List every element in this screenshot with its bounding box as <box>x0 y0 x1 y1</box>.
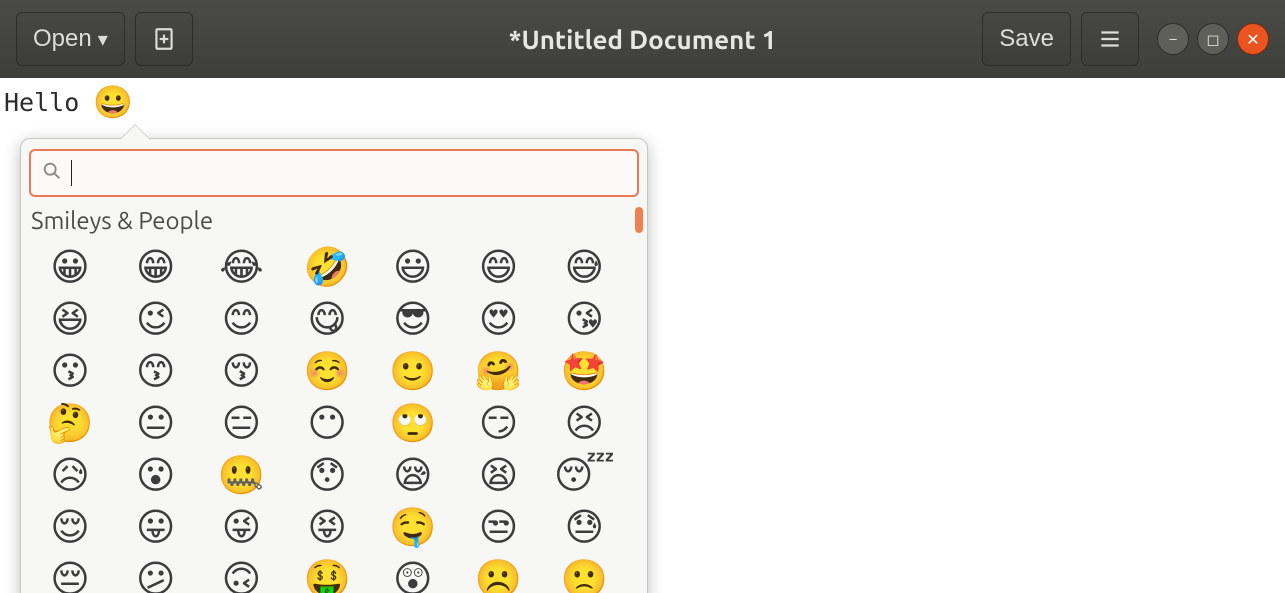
emoji-cell[interactable]: 🙃 <box>214 556 268 593</box>
save-button-label: Save <box>999 25 1054 53</box>
emoji-cell[interactable]: 😑 <box>214 400 268 446</box>
emoji-cell[interactable]: 😣 <box>557 400 611 446</box>
emoji-cell[interactable]: 🤩 <box>557 348 611 394</box>
emoji-cell[interactable]: 😘 <box>557 296 611 342</box>
emoji-cell[interactable]: 😓 <box>557 504 611 550</box>
open-button[interactable]: Open ▾ <box>16 12 125 66</box>
emoji-cell[interactable]: 🤤 <box>386 504 440 550</box>
emoji-cell[interactable]: 😃 <box>386 244 440 290</box>
emoji-cell[interactable]: 😪 <box>386 452 440 498</box>
emoji-cell[interactable]: 😜 <box>214 504 268 550</box>
emoji-cell[interactable]: 😫 <box>472 452 526 498</box>
emoji-cell[interactable]: 😝 <box>300 504 354 550</box>
chevron-down-icon: ▾ <box>98 27 108 52</box>
editor-text-line: Hello 😀 <box>4 86 133 118</box>
header-right-cluster: Save − ◻ ✕ <box>982 12 1269 66</box>
emoji-cell[interactable]: 😆 <box>43 296 97 342</box>
emoji-grid: 😀 😁 😂 🤣 😃 😄 😅 😆 😉 😊 😋 😎 😍 😘 😗 😙 😚 ☺️ 🙂 🤗 🤩 🤔 😐 😑 😶 🙄 😏 😣 😥 😮 🤐 😯 😪 😫 😴 😌 😛 😜 😝… <box>29 240 639 593</box>
open-button-label: Open <box>33 25 92 53</box>
emoji-cell[interactable]: 😌 <box>43 504 97 550</box>
emoji-cell[interactable]: 🙁 <box>557 556 611 593</box>
emoji-cell[interactable]: 😂 <box>214 244 268 290</box>
emoji-cell[interactable]: 😒 <box>472 504 526 550</box>
emoji-cell[interactable]: 😶 <box>300 400 354 446</box>
emoji-cell[interactable]: 😉 <box>129 296 183 342</box>
editor-text: Hello <box>4 88 79 117</box>
hamburger-icon <box>1097 26 1123 52</box>
emoji-cell[interactable]: 😔 <box>43 556 97 593</box>
search-icon <box>41 160 63 187</box>
emoji-cell[interactable]: 😮 <box>129 452 183 498</box>
emoji-cell[interactable]: 😚 <box>214 348 268 394</box>
window-close-button[interactable]: ✕ <box>1237 23 1269 55</box>
emoji-cell[interactable]: 😯 <box>300 452 354 498</box>
emoji-cell[interactable]: 😍 <box>472 296 526 342</box>
emoji-cell[interactable]: 😐 <box>129 400 183 446</box>
emoji-cell[interactable]: 🤑 <box>300 556 354 593</box>
emoji-cell[interactable]: 😏 <box>472 400 526 446</box>
emoji-category-title: Smileys & People <box>31 207 637 234</box>
emoji-cell[interactable]: 😀 <box>43 244 97 290</box>
emoji-search-input[interactable] <box>72 161 627 186</box>
emoji-cell[interactable]: 😋 <box>300 296 354 342</box>
emoji-cell[interactable]: 😙 <box>129 348 183 394</box>
new-tab-button[interactable] <box>135 12 193 66</box>
emoji-search-field[interactable] <box>29 149 639 197</box>
window-minimize-button[interactable]: − <box>1157 23 1189 55</box>
emoji-cell[interactable]: 😗 <box>43 348 97 394</box>
emoji-picker: Smileys & People 😀 😁 😂 🤣 😃 😄 😅 😆 😉 😊 😋 😎 😍 😘 😗 😙 😚 ☺️ 🙂 🤗 🤩 🤔… <box>20 138 648 593</box>
minimize-icon: − <box>1168 30 1177 48</box>
header-bar: Open ▾ *Untitled Document 1 Save − ◻ <box>0 0 1285 78</box>
emoji-cell[interactable]: 🙄 <box>386 400 440 446</box>
close-icon: ✕ <box>1246 30 1259 49</box>
emoji-cell[interactable]: ☹️ <box>472 556 526 593</box>
emoji-cell[interactable]: 😊 <box>214 296 268 342</box>
emoji-cell[interactable]: 😕 <box>129 556 183 593</box>
emoji-cell[interactable]: 😴 <box>557 452 611 498</box>
maximize-icon: ◻ <box>1206 30 1219 49</box>
emoji-cell[interactable]: 🙂 <box>386 348 440 394</box>
hamburger-menu-button[interactable] <box>1081 12 1139 66</box>
emoji-cell[interactable]: 😲 <box>386 556 440 593</box>
emoji-cell[interactable]: ☺️ <box>300 348 354 394</box>
inline-emoji: 😀 <box>93 86 133 118</box>
emoji-cell[interactable]: 😛 <box>129 504 183 550</box>
emoji-cell[interactable]: 🤐 <box>214 452 268 498</box>
editor-area[interactable]: Hello 😀 Smileys & People 😀 😁 😂 🤣 😃 😄 😅 😆 😉 😊 😋 😎 😍 😘 😗… <box>0 78 1285 593</box>
emoji-cell[interactable]: 😁 <box>129 244 183 290</box>
emoji-cell[interactable]: 🤔 <box>43 400 97 446</box>
emoji-cell[interactable]: 😎 <box>386 296 440 342</box>
new-document-icon <box>151 26 177 52</box>
emoji-cell[interactable]: 😅 <box>557 244 611 290</box>
scrollbar-thumb[interactable] <box>635 207 643 233</box>
window-maximize-button[interactable]: ◻ <box>1197 23 1229 55</box>
emoji-cell[interactable]: 😥 <box>43 452 97 498</box>
emoji-cell[interactable]: 🤣 <box>300 244 354 290</box>
save-button[interactable]: Save <box>982 12 1071 66</box>
emoji-cell[interactable]: 😄 <box>472 244 526 290</box>
emoji-cell[interactable]: 🤗 <box>472 348 526 394</box>
